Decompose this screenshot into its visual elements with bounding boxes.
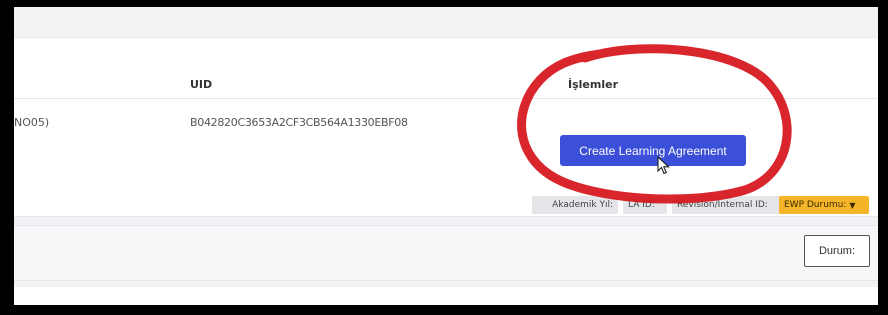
create-learning-agreement-button[interactable]: Create Learning Agreement xyxy=(560,135,746,166)
content-panel: UID İşlemler NO05) B042820C3653A2CF3CB56… xyxy=(14,7,878,305)
name-cell: NO05) xyxy=(14,116,50,129)
academic-year-chip: Akademik Yıl: xyxy=(532,196,618,214)
revision-id-chip: Revision/Internal ID: xyxy=(672,196,780,214)
table-header-divider xyxy=(14,98,878,99)
status-filter-button[interactable]: Durum: xyxy=(804,235,870,267)
ewp-status-dropdown[interactable]: EWP Durumu: ▼ xyxy=(779,196,869,214)
column-header-operations: İşlemler xyxy=(568,78,618,91)
learning-agreement-card: UID İşlemler NO05) B042820C3653A2CF3CB56… xyxy=(14,37,878,217)
caret-down-icon: ▼ xyxy=(849,200,856,210)
mouse-pointer-icon xyxy=(657,156,670,175)
column-header-uid: UID xyxy=(190,78,213,91)
la-id-chip: LA ID: xyxy=(623,196,667,214)
status-filter-bar xyxy=(14,225,878,281)
next-card xyxy=(14,287,878,305)
uid-cell: B042820C3653A2CF3CB564A1330EBF08 xyxy=(190,116,408,129)
ewp-status-label: EWP Durumu: xyxy=(784,200,847,210)
